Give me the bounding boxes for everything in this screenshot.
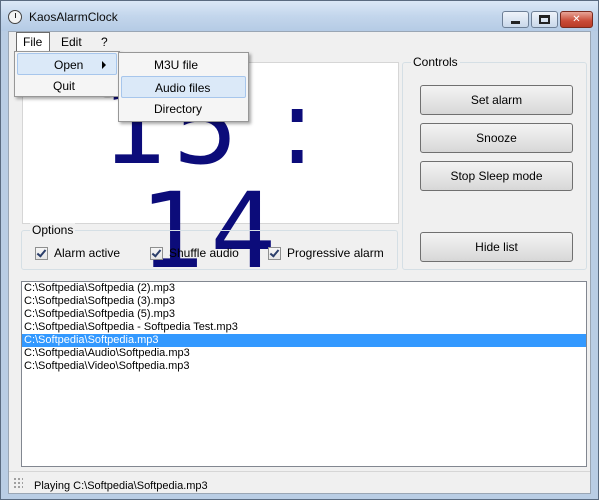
progressive-alarm-label: Progressive alarm [287,246,384,260]
grip-icon[interactable] [13,477,23,489]
shuffle-audio-checkbox[interactable]: Shuffle audio [150,246,239,260]
title-bar[interactable]: KaosAlarmClock ✕ [1,1,598,31]
menu-item-directory[interactable]: Directory [121,98,246,120]
controls-group-title: Controls [411,55,460,69]
list-item[interactable]: C:\Softpedia\Softpedia - Softpedia Test.… [22,321,586,334]
playlist-listbox[interactable]: C:\Softpedia\Softpedia (2).mp3 C:\Softpe… [21,281,587,467]
alarm-active-checkbox[interactable]: Alarm active [35,246,120,260]
list-item[interactable]: C:\Softpedia\Audio\Softpedia.mp3 [22,347,586,360]
menu-item-m3u-file[interactable]: M3U file [121,54,246,76]
minimize-icon [511,21,520,24]
snooze-button[interactable]: Snooze [420,123,573,153]
menu-item-quit[interactable]: Quit [17,75,117,97]
close-button[interactable]: ✕ [560,11,593,28]
menu-item-directory-label: Directory [154,102,203,116]
window-title: KaosAlarmClock [29,10,118,24]
options-group-title: Options [30,223,76,237]
list-item[interactable]: C:\Softpedia\Softpedia (2).mp3 [22,282,586,295]
menu-item-quit-label: Quit [53,79,76,93]
progressive-alarm-checkbox[interactable]: Progressive alarm [268,246,384,260]
alarm-active-label: Alarm active [54,246,121,260]
open-submenu: M3U file Audio files Directory [118,52,249,122]
menu-item-audio-files[interactable]: Audio files [121,76,246,98]
maximize-icon [539,15,550,24]
app-window: KaosAlarmClock ✕ File Edit ? 15 : 14 SOF… [0,0,599,500]
checkmark-icon [269,246,280,258]
status-bar: Playing C:\Softpedia\Softpedia.mp3 [9,471,590,493]
menu-item-m3u-label: M3U file [154,58,199,72]
checkmark-icon [36,246,47,258]
status-text: Playing C:\Softpedia\Softpedia.mp3 [34,480,208,492]
hide-list-button[interactable]: Hide list [420,232,573,262]
menu-item-audio-label: Audio files [155,81,211,95]
file-menu-dropdown: Open Quit [14,51,120,97]
menu-bar: File Edit ? [9,32,590,52]
client-area: File Edit ? 15 : 14 SOFTPEDIA Controls S… [8,31,591,494]
checkbox-box [150,246,163,260]
set-alarm-button[interactable]: Set alarm [420,85,573,115]
alarm-clock-icon [8,10,22,24]
close-icon: ✕ [572,14,581,25]
submenu-arrow-icon [102,61,106,69]
minimize-button[interactable] [502,11,529,28]
checkbox-box [268,246,281,260]
list-item[interactable]: C:\Softpedia\Softpedia (5).mp3 [22,308,586,321]
menu-edit[interactable]: Edit [55,32,88,52]
stop-sleep-mode-button[interactable]: Stop Sleep mode [420,161,573,191]
checkbox-box [35,246,48,260]
shuffle-audio-label: Shuffle audio [169,246,239,260]
maximize-button[interactable] [531,11,558,28]
checkmark-icon [151,246,162,258]
menu-help[interactable]: ? [95,32,114,52]
list-item[interactable]: C:\Softpedia\Video\Softpedia.mp3 [22,360,586,373]
menu-file[interactable]: File [16,32,50,52]
menu-item-open[interactable]: Open [17,53,117,75]
menu-item-open-label: Open [54,58,84,72]
list-item[interactable]: C:\Softpedia\Softpedia (3).mp3 [22,295,586,308]
list-item-selected[interactable]: C:\Softpedia\Softpedia.mp3 [22,334,586,347]
